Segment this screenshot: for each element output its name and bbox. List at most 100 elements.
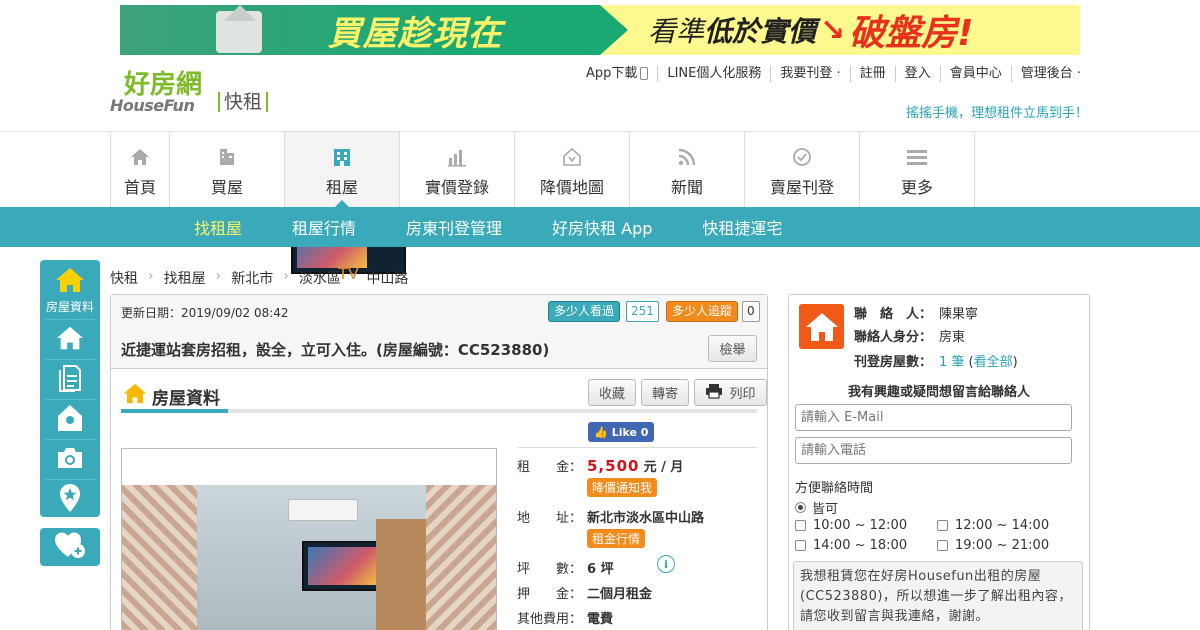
main-nav: 首頁 買屋 租屋 實價登錄 降價地圖 TV 新聞 賣屋刊登 更多 (110, 132, 975, 283)
contact-time-label: 方便聯絡時間 (795, 481, 874, 496)
building-icon (216, 146, 238, 168)
breadcrumb: 快租 › 找租屋 › 新北市 › 淡水區 › 中山路 (110, 268, 408, 288)
login-link[interactable]: 登入 (894, 66, 940, 82)
apartment-icon (331, 146, 353, 168)
email-input[interactable] (795, 404, 1072, 431)
sidebar-neighborhood[interactable] (45, 400, 95, 440)
thumbs-up-icon: 👍 (594, 425, 608, 439)
contact-role: 房東 (939, 330, 966, 345)
checkbox[interactable] (795, 540, 806, 551)
address-label: 地 址： (517, 511, 583, 526)
rent-unit: 元 / 月 (643, 460, 684, 475)
crumb-quick-rent[interactable]: 快租 (110, 268, 138, 288)
sidebar-favorite-button[interactable] (40, 528, 100, 566)
member-center-link[interactable]: 會員中心 (939, 66, 1011, 82)
update-date: 更新日期：2019/09/02 08:42 (121, 306, 289, 320)
nav-sell-post[interactable]: 賣屋刊登 (745, 132, 860, 208)
subnav-rent-market[interactable]: 租屋行情 (292, 215, 356, 239)
address-row: 地 址： 新北市淡水區中山路 租金行情 (517, 507, 704, 548)
bar-chart-icon (446, 146, 468, 168)
register-link[interactable]: 註冊 (849, 66, 895, 82)
nav-news[interactable]: 新聞 (630, 132, 745, 208)
contact-role-label: 聯絡人身分： (854, 330, 933, 345)
crumb-find-rent[interactable]: 找租屋 (164, 268, 206, 288)
report-button[interactable]: 檢舉 (708, 335, 757, 362)
nav-price-drop-map[interactable]: 降價地圖 (515, 132, 630, 208)
forward-button[interactable]: 轉寄 (641, 379, 689, 406)
top-nav: App下載 LINE個人化服務 我要刊登 · 註冊 登入 會員中心 管理後台 · (577, 66, 1090, 82)
info-icon[interactable]: i (657, 555, 675, 573)
print-button[interactable]: 列印 (694, 379, 767, 406)
listing-title: 近捷運站套房招租，設全，立可入住。(房屋編號：CC523880) (121, 341, 550, 359)
nav-home[interactable]: 首頁 (111, 132, 170, 208)
deposit-row: 押 金： 二個月租金 (517, 583, 652, 602)
nav-rent[interactable]: 租屋 (285, 132, 400, 208)
banner-headline: 買屋趁現在 (327, 13, 503, 54)
nav-buy[interactable]: 買屋 (170, 132, 285, 208)
divider (517, 447, 757, 448)
time-option-1[interactable]: 10:00 ~ 12:00 (795, 518, 907, 533)
sidebar-house-info[interactable]: 房屋資料 (45, 260, 95, 320)
views-count: 251 (626, 301, 659, 322)
size-row: 坪 數： 6 坪 (517, 558, 614, 577)
phone-input[interactable] (795, 437, 1072, 464)
home-icon (129, 146, 151, 168)
listing-count[interactable]: 1 筆 (939, 355, 964, 370)
app-download-link[interactable]: App下載 (577, 66, 657, 82)
favorite-button[interactable]: 收藏 (588, 379, 636, 406)
time-any-option[interactable]: 皆可 (795, 498, 838, 517)
price-drop-notify-button[interactable]: 降價通知我 (587, 478, 658, 497)
post-listing-link[interactable]: 我要刊登 · (770, 66, 849, 82)
phone-icon (640, 67, 649, 80)
other-fee-row: 其他費用： 電費 (517, 608, 613, 627)
checkbox[interactable] (937, 520, 948, 531)
checkbox[interactable] (795, 520, 806, 531)
views-badge: 多少人看過 (548, 301, 621, 322)
sidebar-document[interactable] (45, 360, 95, 400)
see-all-link[interactable]: 看全部 (974, 355, 1013, 370)
rent-row: 租 金： 5,500 元 / 月 降價通知我 (517, 456, 683, 497)
site-logo[interactable]: 好房網 HouseFun 快租 (110, 72, 269, 115)
nav-more[interactable]: 更多 (860, 132, 975, 208)
banner-left: 買屋趁現在 (120, 5, 628, 55)
time-option-2[interactable]: 12:00 ~ 14:00 (937, 518, 1049, 533)
crumb-city[interactable]: 新北市 (231, 268, 273, 288)
logo-en: HouseFun (110, 96, 195, 115)
time-option-4[interactable]: 19:00 ~ 21:00 (937, 538, 1049, 553)
rent-market-button[interactable]: 租金行情 (587, 529, 646, 548)
message-textarea[interactable]: 我想租賃您在好房Housefun出租的房屋(CC523880)，所以想進一步了解… (793, 561, 1083, 630)
nav-price-record[interactable]: 實價登錄 (400, 132, 515, 208)
sidebar-house-info-label: 房屋資料 (45, 299, 94, 314)
sidebar-house[interactable] (45, 320, 95, 360)
chevron-right-icon: › (215, 268, 222, 284)
listing-header: 更新日期：2019/09/02 08:42 多少人看過 251 多少人追蹤 0 … (111, 295, 767, 369)
sub-nav: 找租屋 租屋行情 房東刊登管理 好房快租 App 快租捷運宅 (0, 207, 1200, 247)
tagline: 搖搖手機，理想租件立馬到手！ (905, 106, 1088, 121)
address-value: 新北市淡水區中山路 (587, 511, 705, 526)
sidebar-photos[interactable] (45, 440, 95, 480)
checkbox[interactable] (937, 540, 948, 551)
subnav-app[interactable]: 好房快租 App (552, 215, 652, 239)
subnav-find-rent[interactable]: 找租屋 (194, 215, 242, 239)
section-title: 房屋資料 (123, 383, 220, 409)
line-service-link[interactable]: LINE個人化服務 (657, 66, 770, 82)
contact-panel: 聯 絡 人： 陳果寧 聯絡人身分： 房東 刊登房屋數： 1 筆 (看全部) 我有… (788, 294, 1090, 630)
house-down-icon (561, 146, 583, 168)
crumb-district[interactable]: 淡水區 (299, 268, 341, 288)
time-option-3[interactable]: 14:00 ~ 18:00 (795, 538, 907, 553)
dropdown-dot-icon: · (1076, 66, 1081, 81)
ad-banner[interactable]: 買屋趁現在 看準低於實價 ↘ 破盤房! (120, 5, 1080, 55)
deposit-value: 二個月租金 (587, 587, 653, 602)
listing-photo[interactable] (121, 448, 497, 630)
crumb-road[interactable]: 中山路 (366, 268, 408, 288)
subnav-landlord-manage[interactable]: 房東刊登管理 (406, 215, 502, 239)
admin-link[interactable]: 管理後台 · (1010, 66, 1090, 82)
subnav-mrt-homes[interactable]: 快租捷運宅 (702, 215, 782, 239)
radio-selected[interactable] (795, 502, 806, 513)
other-fee-label: 其他費用： (517, 612, 583, 627)
fb-like-button[interactable]: 👍 Like 0 (588, 422, 655, 442)
rent-label: 租 金： (517, 460, 583, 475)
banner-subline: 看準低於實價 (648, 15, 817, 48)
house-pin-icon (57, 404, 83, 436)
sidebar-location[interactable] (45, 480, 95, 520)
